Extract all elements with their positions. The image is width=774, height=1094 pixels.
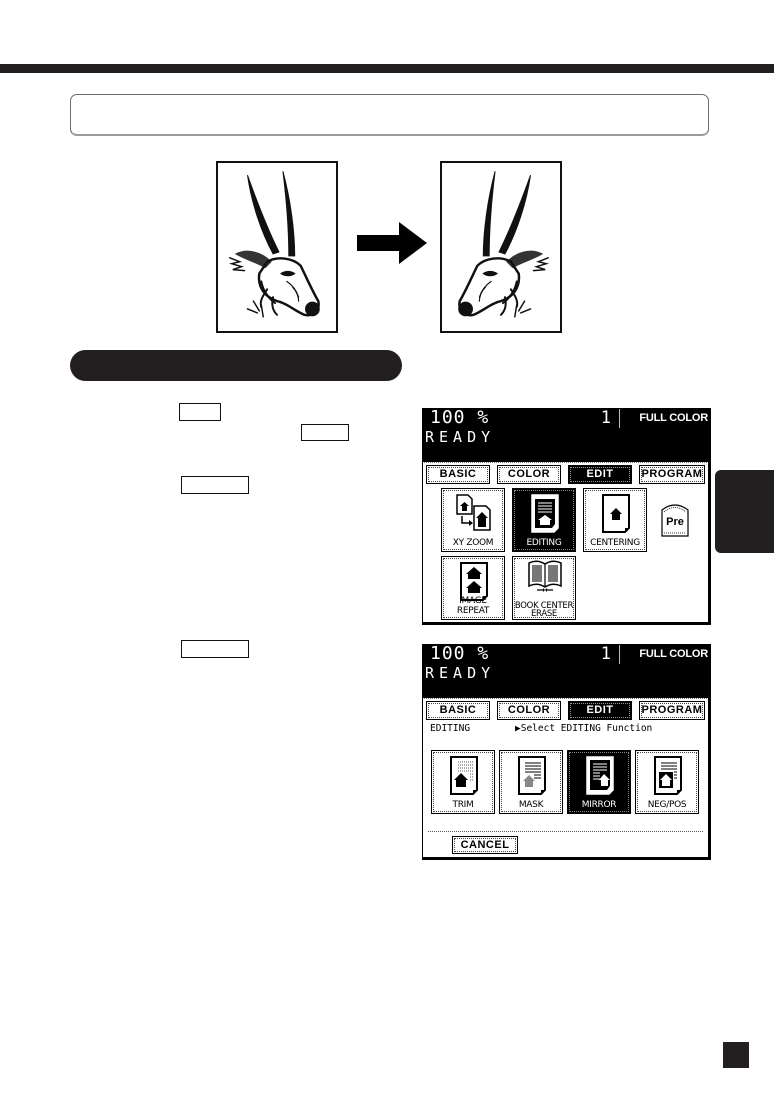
book-center-erase-button[interactable]: BOOK CENTER ERASE	[512, 556, 576, 620]
image-repeat-button[interactable]: IMAGE REPEAT	[441, 556, 505, 620]
copy-count-area: 100 % 1	[422, 408, 620, 428]
header-rule	[0, 64, 774, 73]
cancel-button[interactable]: CANCEL	[452, 836, 518, 854]
mirrored-image	[440, 161, 562, 333]
copy-count: 1	[600, 644, 611, 664]
centering-label: CENTERING	[590, 538, 640, 548]
book-center-erase-label-line2: ERASE	[530, 609, 557, 619]
trim-label: TRIM	[452, 800, 474, 810]
tab-bar: BASIC COLOR EDIT PROGRAM	[422, 698, 711, 720]
antelope-head-mirrored-icon	[458, 171, 550, 318]
trim-button[interactable]: TRIM	[431, 750, 495, 814]
original-image	[216, 161, 338, 333]
book-center-erase-icon	[528, 560, 562, 592]
title-box	[70, 94, 709, 136]
key-label-box	[301, 424, 349, 441]
editing-section-label: EDITING	[430, 723, 471, 734]
tab-edit[interactable]: EDIT	[568, 701, 632, 720]
editing-button[interactable]: EDITING	[512, 488, 576, 552]
status-bar: 100 % 1 FULL COLOR	[422, 644, 711, 664]
tab-color[interactable]: COLOR	[497, 701, 561, 720]
book-center-erase-label: BOOK CENTER ERASE	[513, 602, 575, 619]
tab-program[interactable]: PROGRAM	[639, 465, 705, 484]
image-repeat-label: IMAGE REPEAT	[456, 596, 490, 616]
color-mode: FULL COLOR	[639, 648, 708, 660]
zoom-ratio: 100 %	[430, 407, 490, 428]
centering-button[interactable]: CENTERING	[583, 488, 647, 552]
xy-zoom-icon	[456, 494, 491, 531]
tab-program[interactable]: PROGRAM	[639, 701, 705, 720]
status-bar: 100 % 1 FULL COLOR	[422, 408, 711, 428]
key-label-box	[181, 640, 249, 658]
antelope-head-icon	[228, 171, 320, 318]
zoom-ratio: 100 %	[430, 643, 490, 664]
status-message: READY	[425, 664, 496, 682]
color-mode: FULL COLOR	[639, 412, 708, 424]
touch-panel-edit-menu: 100 % 1 FULL COLOR READY BASIC COLOR EDI…	[422, 408, 711, 625]
mirror-button[interactable]: MIRROR	[567, 750, 631, 814]
mask-label: MASK	[518, 800, 544, 810]
editing-icon	[531, 494, 559, 533]
neg-pos-label: NEG/POS	[647, 800, 687, 810]
preset-label: Pre	[666, 516, 684, 528]
key-label-box	[181, 476, 249, 494]
neg-pos-button[interactable]: NEG/POS	[635, 750, 699, 814]
neg-pos-icon	[654, 756, 682, 795]
trim-icon	[450, 756, 478, 795]
mirror-label: MIRROR	[581, 800, 617, 810]
key-label-box	[179, 403, 221, 421]
page-marker	[723, 1042, 749, 1068]
mask-icon	[518, 756, 546, 795]
tab-color[interactable]: COLOR	[497, 465, 561, 484]
section-heading	[70, 350, 402, 381]
xy-zoom-label: XY ZOOM	[452, 538, 494, 548]
editing-label: EDITING	[526, 538, 562, 548]
centering-icon	[602, 494, 630, 533]
editing-hint: ▶Select EDITING Function	[515, 723, 653, 734]
mirror-icon	[586, 756, 614, 795]
mask-button[interactable]: MASK	[499, 750, 563, 814]
copy-count: 1	[600, 408, 611, 428]
tab-bar: BASIC COLOR EDIT PROGRAM	[422, 462, 711, 484]
tab-edit[interactable]: EDIT	[568, 465, 632, 484]
preset-icon[interactable]: Pre	[660, 502, 690, 538]
copy-count-area: 100 % 1	[422, 644, 620, 664]
status-message: READY	[425, 428, 496, 446]
tab-basic[interactable]: BASIC	[426, 465, 490, 484]
touch-panel-editing-menu: 100 % 1 FULL COLOR READY BASIC COLOR EDI…	[422, 644, 711, 860]
divider	[428, 831, 703, 832]
chapter-tab	[715, 470, 774, 553]
tab-basic[interactable]: BASIC	[426, 701, 490, 720]
xy-zoom-button[interactable]: XY ZOOM	[441, 488, 505, 552]
right-arrow-icon	[357, 222, 427, 264]
